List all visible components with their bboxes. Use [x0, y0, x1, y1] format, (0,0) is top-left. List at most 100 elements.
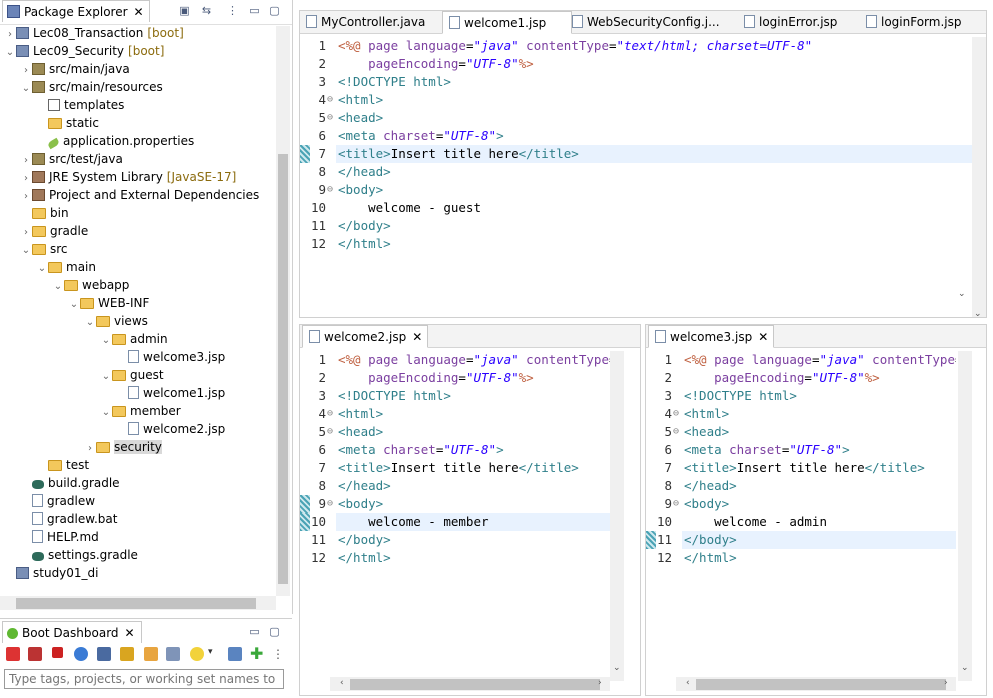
- link-icon[interactable]: [120, 647, 134, 661]
- tree-item[interactable]: ⌄ WEB-INF: [68, 294, 150, 314]
- tree-item[interactable]: welcome1.jsp: [116, 384, 225, 402]
- add-icon[interactable]: ✚: [250, 646, 264, 662]
- tab-welcome1[interactable]: welcome1.jsp: [442, 11, 572, 34]
- tree-vertical-scrollbar[interactable]: [276, 26, 290, 596]
- code-editor-welcome2[interactable]: 1<%@ page language="java" contentType="t…: [300, 351, 610, 671]
- fold-minus-icon[interactable]: ⊖: [673, 495, 679, 513]
- scroll-right-arrow-icon[interactable]: ›: [944, 678, 948, 688]
- tree-item[interactable]: application.properties: [36, 132, 194, 150]
- tree-item[interactable]: › JRE System Library [JavaSE-17]: [20, 168, 236, 186]
- scroll-left-arrow-icon[interactable]: ‹: [340, 678, 344, 688]
- scroll-left-arrow-icon[interactable]: ‹: [686, 678, 690, 688]
- minimize-icon[interactable]: ▭: [248, 4, 261, 17]
- fold-minus-icon[interactable]: ⊖: [673, 423, 679, 441]
- stop-icon[interactable]: [52, 647, 63, 658]
- tab-websecurityconfig[interactable]: WebSecurityConfig.j...: [572, 11, 732, 33]
- fold-minus-icon[interactable]: ⊖: [327, 495, 333, 513]
- debug-icon[interactable]: [28, 647, 42, 661]
- chevron-down-icon[interactable]: ⌄: [100, 368, 112, 386]
- top-editor-vertical-scrollbar[interactable]: [972, 37, 986, 317]
- tree-item[interactable]: › src/main/java: [20, 60, 130, 78]
- chevron-down-icon[interactable]: ⌄: [36, 260, 48, 278]
- tree-item[interactable]: ⌄ main: [36, 258, 96, 276]
- scroll-down-arrow-icon[interactable]: ⌄: [974, 309, 982, 319]
- view-menu-icon[interactable]: ⋮: [272, 647, 286, 661]
- tree-item[interactable]: › gradle: [20, 222, 88, 240]
- chevron-down-icon[interactable]: ⌄: [52, 278, 64, 296]
- fold-minus-icon[interactable]: ⊖: [327, 405, 333, 423]
- tree-item[interactable]: build.gradle: [20, 474, 120, 492]
- close-icon[interactable]: ✕: [412, 330, 422, 344]
- tree-item[interactable]: ⌄ guest: [100, 366, 164, 384]
- tree-item[interactable]: › src/test/java: [20, 150, 123, 168]
- tree-item[interactable]: static: [36, 114, 99, 132]
- tab-package-explorer[interactable]: Package Explorer ✕: [2, 0, 150, 22]
- tree-item[interactable]: study01_di: [4, 564, 99, 582]
- tab-mycontroller[interactable]: MyController.java: [304, 11, 440, 33]
- tab-welcome2[interactable]: welcome2.jsp ✕: [302, 325, 428, 348]
- tree-item[interactable]: gradlew: [20, 492, 95, 510]
- tree-item[interactable]: ⌄ src: [20, 240, 68, 258]
- scroll-right-arrow-icon[interactable]: ›: [598, 678, 602, 688]
- tree-item[interactable]: › Project and External Dependencies: [20, 186, 259, 204]
- boot-dashboard-filter-input[interactable]: [4, 669, 284, 689]
- scroll-down-arrow-icon[interactable]: ⌄: [613, 663, 621, 673]
- tree-item[interactable]: ⌄ member: [100, 402, 181, 420]
- tree-item[interactable]: HELP.md: [20, 528, 99, 546]
- fold-minus-icon[interactable]: ⊖: [327, 91, 333, 109]
- chevron-down-icon[interactable]: ⌄: [84, 314, 96, 332]
- view-menu-icon[interactable]: ⋮: [226, 4, 239, 17]
- bl-editor-vertical-scrollbar[interactable]: [610, 351, 624, 681]
- tab-loginerror[interactable]: loginError.jsp: [744, 11, 864, 33]
- minimize-icon[interactable]: ▭: [248, 625, 261, 638]
- link-with-editor-icon[interactable]: ⇆: [200, 4, 213, 17]
- console-icon[interactable]: [97, 647, 111, 661]
- filter-icon[interactable]: [228, 647, 242, 661]
- fold-minus-icon[interactable]: ⊖: [327, 109, 333, 127]
- tab-loginform[interactable]: loginForm.jsp: [866, 11, 982, 33]
- code-editor-welcome3[interactable]: 1 <%@ page language="java" contentType="t…: [646, 351, 956, 671]
- chevron-down-icon[interactable]: ⌄: [4, 44, 16, 62]
- tree-item[interactable]: › Lec08_Transaction [boot]: [4, 24, 184, 42]
- br-editor-horizontal-scrollbar[interactable]: [676, 677, 956, 691]
- tree-horizontal-scrollbar[interactable]: [0, 596, 276, 610]
- bl-editor-horizontal-scrollbar[interactable]: [330, 677, 610, 691]
- chevron-down-icon[interactable]: ▾: [208, 647, 216, 661]
- fold-minus-icon[interactable]: ⊖: [327, 181, 333, 199]
- fold-minus-icon[interactable]: ⊖: [673, 405, 679, 423]
- properties-icon[interactable]: [166, 647, 180, 661]
- tree-item[interactable]: bin: [20, 204, 69, 222]
- tree-item[interactable]: ⌄ webapp: [52, 276, 130, 296]
- chevron-down-icon[interactable]: ⌄: [100, 404, 112, 422]
- tab-welcome3[interactable]: welcome3.jsp ✕: [648, 325, 774, 348]
- tree-item[interactable]: test: [36, 456, 89, 474]
- tab-boot-dashboard[interactable]: Boot Dashboard ✕: [2, 621, 142, 643]
- fold-minus-icon[interactable]: ⊖: [327, 423, 333, 441]
- tree-item[interactable]: ⌄ admin: [100, 330, 168, 348]
- tree-item[interactable]: welcome3.jsp: [116, 348, 225, 366]
- chevron-down-icon[interactable]: ⌄: [100, 332, 112, 350]
- chevron-down-icon[interactable]: ⌄: [20, 80, 32, 98]
- tree-item[interactable]: ⌄ Lec09_Security [boot]: [4, 42, 165, 62]
- open-browser-icon[interactable]: [74, 647, 88, 661]
- lightbulb-icon[interactable]: [190, 647, 204, 661]
- close-icon[interactable]: ✕: [125, 626, 135, 640]
- br-editor-vertical-scrollbar[interactable]: [958, 351, 972, 681]
- tree-item[interactable]: templates: [36, 96, 124, 114]
- chevron-down-icon[interactable]: ⌄: [68, 296, 80, 314]
- collapse-all-icon[interactable]: ▣: [178, 4, 191, 17]
- maximize-icon[interactable]: ▢: [268, 625, 281, 638]
- close-icon[interactable]: ✕: [758, 330, 768, 344]
- tree-item[interactable]: gradlew.bat: [20, 510, 117, 528]
- tree-item[interactable]: › security: [84, 438, 162, 456]
- tree-item[interactable]: ⌄ views: [84, 312, 148, 330]
- tree-item[interactable]: welcome2.jsp: [116, 420, 225, 438]
- tree-item[interactable]: ⌄ src/main/resources: [20, 78, 163, 96]
- maximize-icon[interactable]: ▢: [268, 4, 281, 17]
- edit-icon[interactable]: [144, 647, 158, 661]
- code-editor-welcome1[interactable]: 1 <%@ page language="java" contentType="t…: [300, 37, 972, 297]
- start-icon[interactable]: [6, 647, 20, 661]
- scroll-down-arrow-icon[interactable]: ⌄: [958, 289, 966, 299]
- scroll-down-arrow-icon[interactable]: ⌄: [961, 663, 969, 673]
- tree-item[interactable]: settings.gradle: [20, 546, 138, 564]
